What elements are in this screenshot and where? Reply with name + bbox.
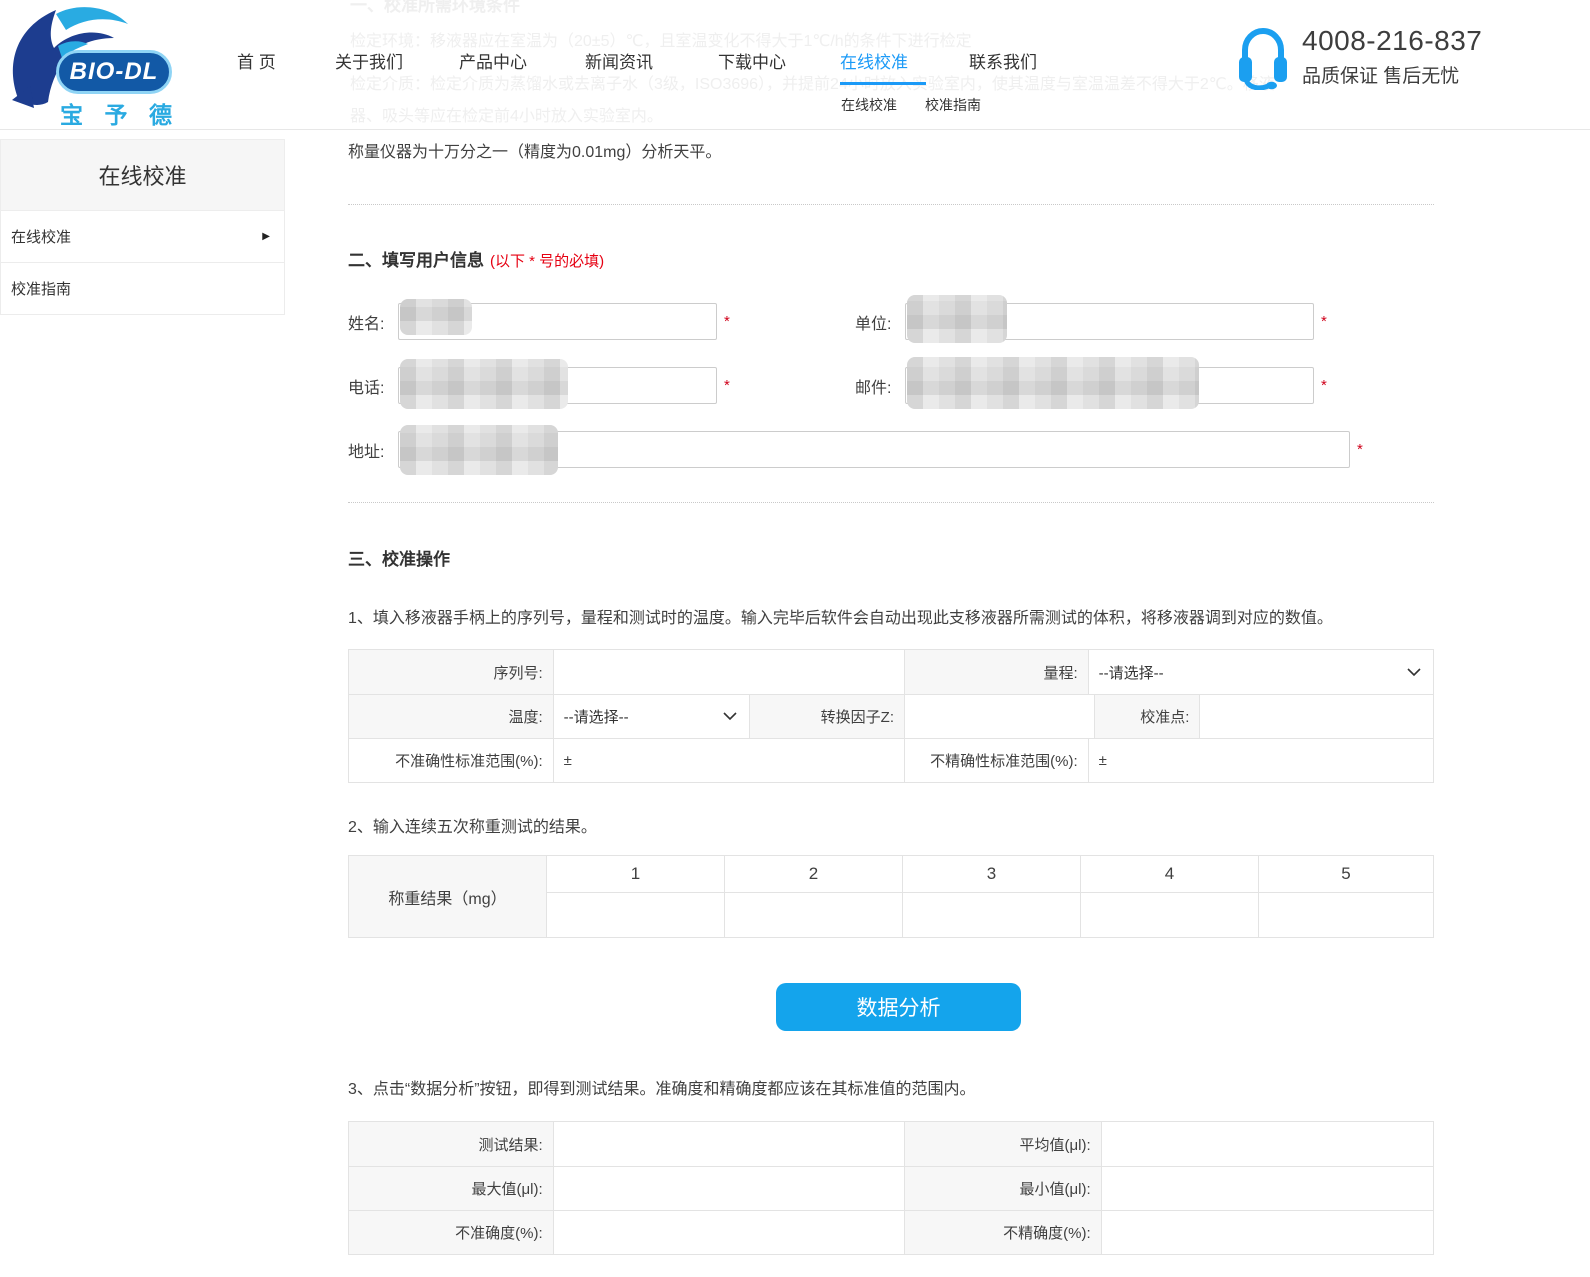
weighing-input-4[interactable]: [1081, 893, 1258, 937]
serial-label: 序列号:: [349, 650, 553, 694]
mean-label: 平均值(μl):: [904, 1122, 1101, 1166]
required-asterisk: *: [1321, 313, 1327, 330]
main-content: 称量仪器为十万分之一（精度为0.01mg）分析天平。 二、填写用户信息(以下 *…: [348, 130, 1434, 1255]
temperature-label: 温度:: [349, 695, 553, 738]
unit-label: 单位:: [855, 310, 905, 334]
required-asterisk: *: [1357, 441, 1363, 458]
weighing-input-1[interactable]: [547, 893, 724, 937]
dotted-divider: [348, 204, 1434, 205]
temperature-select[interactable]: --请选择--: [553, 695, 750, 738]
inaccuracy-value: [553, 1211, 904, 1254]
redacted-phone-value: [400, 359, 568, 409]
watermark-line: 器、吸头等应在检定前4小时放入实验室内。: [350, 102, 663, 126]
subnav-calibration-guide[interactable]: 校准指南: [925, 95, 981, 115]
address-label: 地址:: [348, 438, 398, 462]
max-value: [553, 1167, 904, 1210]
nav-online-calibration[interactable]: 在线校准: [840, 48, 908, 73]
nav-home[interactable]: 首 页: [237, 48, 276, 73]
sidebar-item-calibration-guide[interactable]: 校准指南: [0, 263, 285, 315]
logo-chinese-name: 宝 予 德: [60, 96, 172, 130]
z-factor-input[interactable]: [905, 695, 1094, 738]
mean-value: [1101, 1122, 1433, 1166]
watermark-line: 一、校准所需环境条件: [350, 0, 520, 16]
inaccuracy-range-input[interactable]: [572, 739, 904, 782]
sidebar: 在线校准 在线校准 ▶ 校准指南: [0, 139, 285, 315]
range-select[interactable]: --请选择--: [1088, 650, 1433, 694]
imprecision-value: [1101, 1211, 1433, 1254]
watermark-line: 检定介质：检定介质为蒸馏水或去离子水（3级，ISO3696），并提前24小时放入…: [350, 70, 1275, 94]
contact-block: 4008-216-837 品质保证 售后无忧: [1236, 24, 1482, 90]
redacted-address-value: [400, 425, 558, 475]
weighing-input-2[interactable]: [725, 893, 902, 937]
inaccuracy-label: 不准确度(%):: [349, 1211, 553, 1254]
step-1-text: 1、填入移液器手柄上的序列号，量程和测试时的温度。输入完毕后软件会自动出现此支移…: [348, 609, 1434, 629]
imprecision-range-input[interactable]: [1107, 739, 1433, 782]
phone-label: 电话:: [348, 374, 398, 398]
chevron-down-icon: [723, 712, 737, 721]
form-row: 电话: * 邮件: *: [348, 367, 1434, 404]
inaccuracy-range-label: 不准确性标准范围(%):: [349, 739, 553, 782]
weighing-col-header: 3: [902, 856, 1080, 892]
nav-news[interactable]: 新闻资讯: [585, 48, 653, 73]
test-result-label: 测试结果:: [349, 1122, 553, 1166]
form-row: 地址: *: [348, 431, 1434, 468]
min-value: [1101, 1167, 1433, 1210]
step-2-text: 2、输入连续五次称重测试的结果。: [348, 818, 1434, 838]
email-label: 邮件:: [855, 374, 905, 398]
nav-products[interactable]: 产品中心: [459, 48, 527, 73]
dotted-divider: [348, 502, 1434, 503]
calibration-point-input[interactable]: [1200, 695, 1433, 738]
range-label: 量程:: [904, 650, 1088, 694]
sidebar-item-online-calibration[interactable]: 在线校准 ▶: [0, 211, 285, 263]
nav-about[interactable]: 关于我们: [335, 48, 403, 73]
section-title-calibration: 三、校准操作: [348, 549, 1434, 571]
analysis-results-table: 测试结果: 平均值(μl): 最大值(μl): 最小值(μl): 不准确度(%)…: [348, 1121, 1434, 1255]
required-asterisk: *: [724, 377, 730, 394]
max-label: 最大值(μl):: [349, 1167, 553, 1210]
required-note: (以下 * 号的必填): [490, 253, 604, 270]
plus-minus-sign: ±: [1089, 752, 1107, 769]
nav-contact[interactable]: 联系我们: [969, 48, 1037, 73]
calibration-params-table: 序列号: 量程: --请选择-- 温度: --请选择-- 转换因子Z: 校准点:: [348, 649, 1434, 783]
logo-wordmark: BIO-DL: [56, 50, 172, 94]
redacted-unit-value: [907, 295, 1007, 343]
headset-icon: [1236, 24, 1290, 90]
name-label: 姓名:: [348, 310, 398, 334]
weighing-col-header: 5: [1258, 856, 1433, 892]
weighing-col-header: 1: [546, 856, 724, 892]
z-factor-label: 转换因子Z:: [749, 695, 904, 738]
sidebar-title: 在线校准: [0, 139, 285, 211]
active-nav-underline: [840, 82, 926, 85]
form-row: 姓名: * 单位: *: [348, 303, 1434, 340]
subnav-online-calibration[interactable]: 在线校准: [841, 95, 897, 115]
imprecision-label: 不精确度(%):: [904, 1211, 1101, 1254]
serial-input[interactable]: [554, 650, 904, 694]
brand-logo[interactable]: BIO-DL 宝 予 德: [4, 2, 174, 124]
site-header: 一、校准所需环境条件 检定环境：移液器应在室温为（20±5）℃，且室温变化不得大…: [0, 0, 1590, 130]
redacted-name-value: [400, 299, 472, 335]
chevron-down-icon: [1407, 668, 1421, 677]
data-analysis-button[interactable]: 数据分析: [776, 983, 1021, 1031]
min-label: 最小值(μl):: [904, 1167, 1101, 1210]
chevron-right-icon: ▶: [262, 231, 270, 242]
hotline-phone-number: 4008-216-837: [1302, 24, 1482, 58]
weighing-col-header: 2: [724, 856, 902, 892]
weighing-result-row-label: 称重结果（mg）: [349, 856, 546, 937]
intro-text: 称量仪器为十万分之一（精度为0.01mg）分析天平。: [348, 142, 1434, 164]
nav-downloads[interactable]: 下载中心: [718, 48, 786, 73]
weighing-input-5[interactable]: [1259, 893, 1433, 937]
calibration-point-label: 校准点:: [1094, 695, 1200, 738]
plus-minus-sign: ±: [554, 752, 572, 769]
step-3-text: 3、点击“数据分析”按钮，即得到测试结果。准确度和精确度都应该在其标准值的范围内…: [348, 1080, 1434, 1100]
weighing-col-header: 4: [1080, 856, 1258, 892]
required-asterisk: *: [1321, 377, 1327, 394]
test-result-value: [553, 1122, 904, 1166]
weighing-input-3[interactable]: [903, 893, 1080, 937]
weighing-results-table: 称重结果（mg） 1 2 3 4 5: [348, 855, 1434, 938]
service-slogan: 品质保证 售后无忧: [1302, 61, 1482, 88]
imprecision-range-label: 不精确性标准范围(%):: [904, 739, 1088, 782]
section-title-user-info: 二、填写用户信息(以下 * 号的必填): [348, 250, 1434, 273]
required-asterisk: *: [724, 313, 730, 330]
redacted-email-value: [907, 357, 1199, 409]
